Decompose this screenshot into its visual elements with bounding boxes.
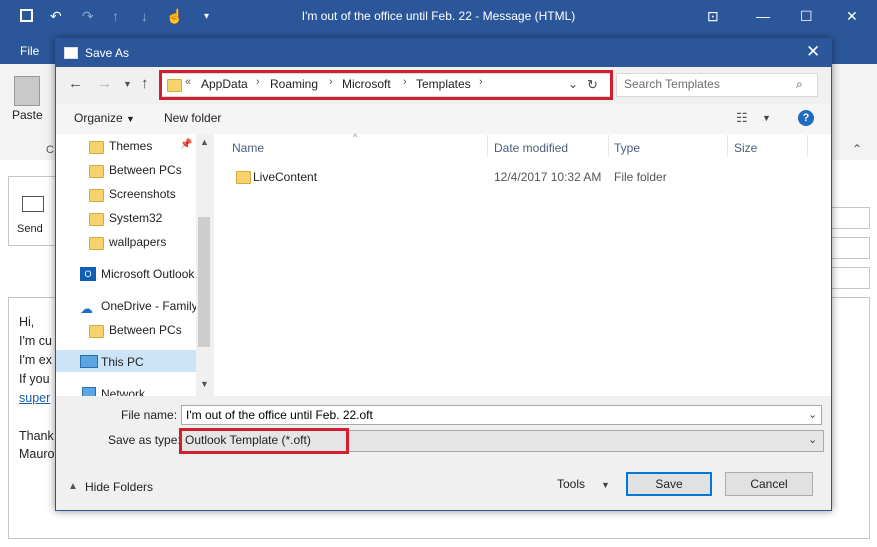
chevron-up-icon[interactable]: ▲ — [68, 481, 78, 492]
save-type-highlight — [179, 428, 349, 454]
subject-field[interactable] — [830, 267, 870, 289]
folder-icon — [89, 325, 104, 338]
column-divider[interactable] — [807, 135, 808, 157]
body-thanks: Thank — [19, 429, 54, 443]
window-close-icon[interactable]: ✕ — [846, 8, 858, 25]
chevron-down-icon[interactable]: ⌄ — [808, 408, 817, 421]
computer-icon — [80, 355, 98, 368]
dialog-titlebar — [56, 39, 831, 67]
clipboard-group-label: C — [46, 144, 54, 156]
folder-icon — [236, 171, 251, 184]
dialog-icon — [64, 47, 78, 59]
column-divider[interactable] — [608, 135, 609, 157]
back-icon[interactable]: ← — [68, 75, 83, 92]
folder-icon — [89, 189, 104, 202]
pin-icon[interactable]: 📌 — [180, 139, 192, 150]
network-icon — [82, 387, 96, 396]
search-placeholder: Search Templates — [624, 77, 720, 91]
body-line: I'm cu — [19, 334, 52, 348]
outlook-icon: O — [80, 267, 96, 281]
column-divider[interactable] — [487, 135, 488, 157]
body-link[interactable]: super — [19, 391, 50, 405]
maximize-icon[interactable]: ☐ — [800, 8, 813, 25]
onedrive-icon: ☁ — [80, 301, 93, 316]
ribbon-display-icon[interactable]: ⊡ — [707, 8, 719, 25]
column-header-size[interactable]: Size — [734, 141, 757, 155]
nav-item-between-pcs[interactable]: Between PCs — [109, 163, 182, 177]
nav-item-network-clip: Network — [56, 381, 196, 396]
column-header-name[interactable]: Name — [232, 141, 264, 155]
view-options-icon[interactable]: ☷ — [736, 110, 748, 126]
paste-icon[interactable] — [14, 76, 40, 106]
scroll-down-icon[interactable]: ▼ — [200, 379, 209, 389]
scroll-up-icon[interactable]: ▲ — [200, 137, 209, 147]
up-folder-icon[interactable]: ↑ — [141, 75, 149, 92]
chevron-down-icon[interactable]: ▼ — [762, 113, 771, 123]
body-line: I'm ex — [19, 353, 52, 367]
save-type-label: Save as type: — [108, 433, 181, 447]
send-label: Send — [17, 223, 43, 235]
hide-folders-button[interactable]: Hide Folders — [85, 480, 153, 494]
nav-item-network[interactable]: Network — [101, 387, 145, 396]
nav-item-between-pcs-2[interactable]: Between PCs — [109, 323, 182, 337]
folder-icon — [89, 141, 104, 154]
body-signature: Mauro — [19, 447, 55, 461]
search-icon[interactable]: ⌕ — [796, 77, 803, 92]
organize-label: Organize — [74, 111, 123, 125]
nav-item-this-pc[interactable]: This PC — [101, 355, 144, 369]
cancel-button[interactable]: Cancel — [725, 472, 813, 496]
folder-icon — [89, 237, 104, 250]
chevron-down-icon[interactable]: ▼ — [601, 480, 610, 490]
folder-icon — [89, 165, 104, 178]
save-button[interactable]: Save — [626, 472, 712, 496]
new-folder-button[interactable]: New folder — [164, 111, 221, 125]
file-name-label: File name: — [121, 408, 178, 422]
column-divider[interactable] — [727, 135, 728, 157]
file-date: 12/4/2017 10:32 AM — [494, 170, 602, 184]
to-field[interactable] — [830, 207, 870, 229]
body-line: If you — [19, 372, 50, 386]
file-name: LiveContent — [253, 170, 318, 184]
body-line: Hi, — [19, 315, 35, 329]
column-header-type[interactable]: Type — [614, 141, 640, 155]
send-icon — [22, 196, 44, 212]
file-type: File folder — [614, 170, 667, 184]
dialog-close-icon[interactable]: ✕ — [806, 42, 820, 62]
file-row[interactable]: LiveContent 12/4/2017 10:32 AM File fold… — [232, 167, 812, 187]
nav-item-onedrive[interactable]: OneDrive - Family — [101, 299, 196, 313]
dialog-title: Save As — [85, 46, 130, 60]
cc-field[interactable] — [830, 237, 870, 259]
tools-button[interactable]: Tools — [557, 477, 585, 491]
nav-item-screenshots[interactable]: Screenshots — [109, 187, 176, 201]
column-header-date[interactable]: Date modified — [494, 141, 568, 155]
organize-button[interactable]: Organize ▼ — [74, 111, 135, 125]
forward-icon[interactable]: → — [97, 75, 112, 92]
address-highlight — [159, 70, 613, 100]
sort-indicator-icon: ^ — [353, 132, 358, 142]
outlook-window-title: I'm out of the office until Feb. 22 - Me… — [301, 9, 576, 23]
nav-item-themes[interactable]: Themes — [109, 139, 152, 153]
chevron-down-icon: ▼ — [126, 114, 135, 124]
save-as-dialog: Save As ✕ ← → ▼ ↑ « AppData › Roaming › … — [55, 38, 832, 511]
nav-item-wallpapers[interactable]: wallpapers — [109, 235, 166, 249]
file-tab[interactable]: File — [20, 44, 39, 58]
nav-item-system32[interactable]: System32 — [109, 211, 162, 225]
paste-label[interactable]: Paste — [12, 108, 43, 122]
file-name-input[interactable] — [181, 405, 822, 425]
nav-item-outlook[interactable]: Microsoft Outlook — [101, 267, 196, 281]
collapse-ribbon-icon[interactable]: ⌃ — [852, 142, 862, 156]
chevron-down-icon[interactable]: ⌄ — [808, 433, 817, 446]
help-icon[interactable]: ? — [798, 110, 814, 126]
nav-scroll-thumb[interactable] — [198, 217, 210, 347]
minimize-icon[interactable]: — — [756, 8, 770, 24]
recent-locations-icon[interactable]: ▼ — [123, 79, 132, 89]
folder-icon — [89, 213, 104, 226]
